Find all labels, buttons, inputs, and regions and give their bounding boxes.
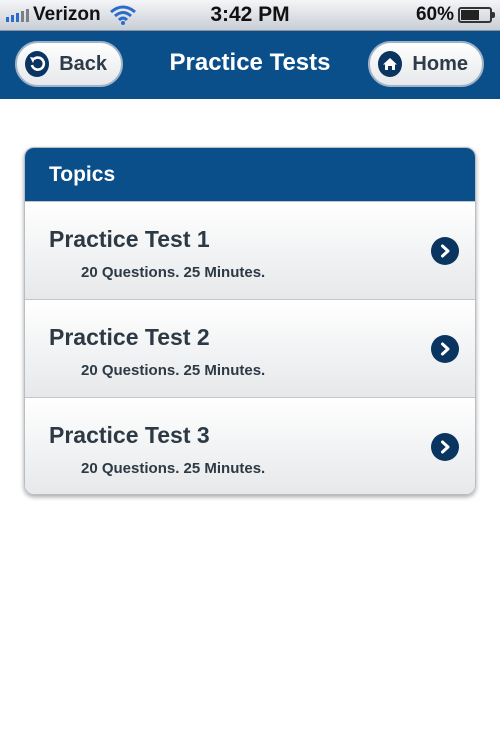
- battery-fill: [461, 10, 479, 20]
- list-item-practice-test-1[interactable]: Practice Test 1 20 Questions. 25 Minutes…: [25, 201, 475, 299]
- list-item-title: Practice Test 1: [49, 226, 210, 252]
- topics-header: Topics: [25, 148, 475, 201]
- home-button[interactable]: Home: [368, 41, 484, 87]
- list-item-practice-test-3[interactable]: Practice Test 3 20 Questions. 25 Minutes…: [25, 397, 475, 494]
- battery-percent: 60%: [415, 4, 454, 25]
- home-icon: [378, 51, 403, 77]
- status-right: 60%: [415, 4, 495, 26]
- nav-bar: Back Practice Tests Home: [0, 31, 500, 99]
- list-item-subtitle: 20 Questions. 25 Minutes.: [81, 460, 266, 477]
- list-item-practice-test-2[interactable]: Practice Test 2 20 Questions. 25 Minutes…: [25, 299, 475, 397]
- chevron-right-icon[interactable]: [431, 237, 459, 265]
- chevron-right-icon[interactable]: [431, 433, 459, 461]
- list-item-title: Practice Test 2: [49, 324, 210, 350]
- status-bar: Verizon 3:42 PM 60%: [0, 0, 500, 31]
- battery-icon: [458, 7, 495, 23]
- home-button-label: Home: [412, 52, 468, 75]
- list-item-subtitle: 20 Questions. 25 Minutes.: [81, 362, 266, 379]
- list-item-title: Practice Test 3: [49, 422, 210, 448]
- list-item-subtitle: 20 Questions. 25 Minutes.: [81, 264, 266, 281]
- chevron-right-icon[interactable]: [431, 335, 459, 363]
- topics-card: Topics Practice Test 1 20 Questions. 25 …: [24, 147, 476, 495]
